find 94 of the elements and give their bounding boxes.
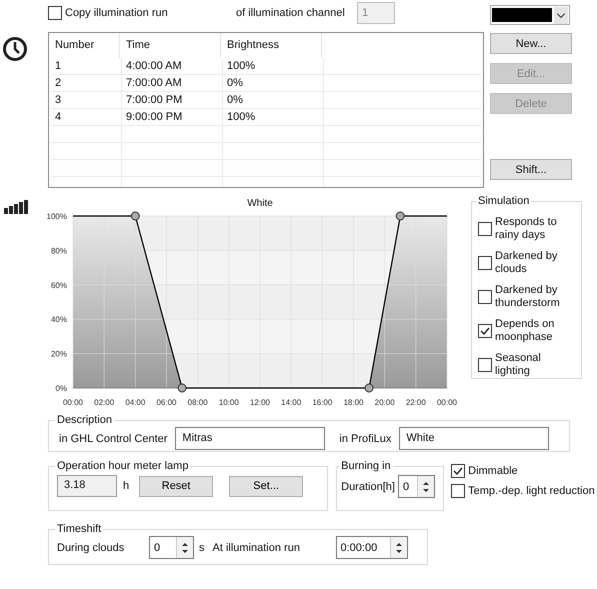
field-label: in ProfiLux — [339, 432, 392, 444]
x-axis-label: 20:00 — [374, 398, 395, 407]
column-header[interactable]: Brightness — [221, 33, 322, 58]
group-title: Simulation — [477, 195, 530, 207]
option-checkbox[interactable]: Temp.-dep. light reduction — [451, 484, 595, 498]
table-cell: 0% — [223, 92, 324, 108]
table-cell: 2 — [51, 75, 122, 91]
text-field[interactable]: White — [399, 427, 550, 450]
checkbox-label: Responds to rainy days — [495, 216, 558, 242]
x-axis-label: 14:00 — [281, 398, 302, 407]
unit-label: s — [199, 542, 204, 554]
checkbox[interactable] — [478, 324, 492, 338]
field-label: At illumination run — [212, 542, 301, 554]
table-cell: 7:00:00 AM — [122, 75, 223, 91]
channel-label: of illumination channel — [236, 7, 346, 19]
table-cell: 7:00:00 PM — [122, 92, 223, 108]
option-checkbox[interactable]: Dimmable — [451, 464, 595, 478]
y-axis-label: 40% — [50, 315, 67, 324]
x-axis-label: 22:00 — [406, 398, 426, 407]
checkbox-label: Seasonal lighting — [495, 352, 542, 378]
checkbox[interactable] — [478, 290, 492, 304]
group-title: Timeshift — [56, 523, 102, 535]
clock-icon — [2, 36, 28, 62]
column-header[interactable]: Time — [120, 33, 221, 58]
table-cell: 1 — [51, 58, 122, 74]
table-cell: 100% — [223, 109, 324, 125]
simulation-checkbox[interactable]: Darkened by thunderstorm — [478, 282, 577, 311]
table-cell: 3 — [51, 92, 122, 108]
x-axis-label: 18:00 — [343, 398, 364, 407]
checkbox-label: Temp.-dep. light reduction — [468, 485, 595, 497]
x-axis-label: 08:00 — [188, 398, 208, 407]
checkbox[interactable] — [478, 358, 492, 372]
checkbox-label: Copy illumination run — [65, 7, 168, 19]
checkbox[interactable] — [478, 222, 492, 236]
point-handle[interactable] — [364, 384, 374, 392]
x-axis-label: 02:00 — [94, 398, 114, 407]
table-cell: 100% — [223, 58, 324, 74]
action-button[interactable]: New... — [490, 33, 572, 54]
simulation-checkbox[interactable]: Depends on moonphase — [478, 316, 577, 345]
action-button[interactable]: Reset — [139, 476, 214, 496]
x-axis-label: 06:00 — [156, 398, 177, 407]
simulation-checkbox[interactable]: Responds to rainy days — [478, 214, 577, 243]
checkbox-label: Darkened by clouds — [495, 250, 558, 276]
y-axis-label: 80% — [50, 246, 67, 256]
checkbox[interactable] — [451, 464, 466, 478]
x-axis-label: 00:00 — [62, 398, 84, 407]
action-button[interactable]: Shift... — [490, 159, 572, 180]
field-label: During clouds — [57, 542, 126, 554]
spin-box[interactable]: 0:00:00 — [336, 536, 408, 559]
text-field[interactable]: Mitras — [175, 427, 326, 450]
table-cell: 4:00:00 AM — [122, 58, 223, 74]
y-axis-label: 0% — [55, 384, 67, 393]
point-handle[interactable] — [396, 212, 405, 220]
color-swatch — [492, 8, 552, 22]
color-dropdown[interactable] — [490, 5, 570, 25]
x-axis-label: 00:00 — [436, 398, 458, 407]
checkbox[interactable] — [451, 484, 466, 498]
column-header[interactable]: Number — [49, 33, 120, 58]
x-axis-label: 16:00 — [312, 398, 332, 407]
series-name: White — [247, 198, 273, 209]
group-title: Burning in — [340, 460, 392, 472]
checkbox[interactable] — [48, 6, 62, 20]
action-button[interactable]: Set... — [229, 476, 304, 496]
copy-run-checkbox[interactable]: Copy illumination run — [48, 6, 236, 20]
table-row[interactable]: 1 4:00:00 AM 100% — [51, 58, 481, 75]
table-cell: 4 — [51, 109, 122, 125]
group-title: Operation hour meter lamp — [56, 460, 190, 472]
checkbox-label: Dimmable — [468, 465, 518, 477]
table-row[interactable]: 3 7:00:00 PM 0% — [51, 92, 481, 109]
simulation-checkbox[interactable]: Darkened by clouds — [478, 248, 577, 277]
simulation-checkbox[interactable]: Seasonal lighting — [478, 350, 577, 379]
table-row[interactable]: 2 7:00:00 AM 0% — [51, 75, 481, 92]
table-cell: 9:00:00 PM — [122, 109, 223, 125]
y-axis-label: 100% — [46, 212, 67, 221]
x-axis-label: 10:00 — [218, 398, 239, 407]
checkbox-label: Darkened by thunderstorm — [495, 284, 561, 310]
unit-label: h — [123, 480, 130, 492]
spin-box[interactable]: 0 — [398, 475, 435, 498]
y-axis-label: 20% — [50, 350, 67, 359]
hours-field[interactable]: 3.18 — [57, 475, 117, 497]
point-handle[interactable] — [130, 212, 140, 220]
field-label: Duration[h] — [341, 480, 395, 492]
x-axis-label: 04:00 — [125, 398, 146, 407]
checkbox-label: Depends on moonphase — [495, 318, 556, 344]
point-handle[interactable] — [178, 384, 187, 392]
signal-bars-icon — [4, 200, 28, 214]
y-axis-label: 60% — [50, 280, 67, 290]
field-label: in GHL Control Center — [59, 432, 168, 444]
table-row[interactable]: 4 9:00:00 PM 100% — [51, 109, 481, 126]
x-axis-label: 12:00 — [250, 398, 270, 407]
group-title: Description — [56, 414, 114, 426]
spin-box[interactable]: 0 — [149, 536, 194, 559]
table-cell: 0% — [223, 75, 324, 91]
checkbox[interactable] — [478, 256, 492, 270]
